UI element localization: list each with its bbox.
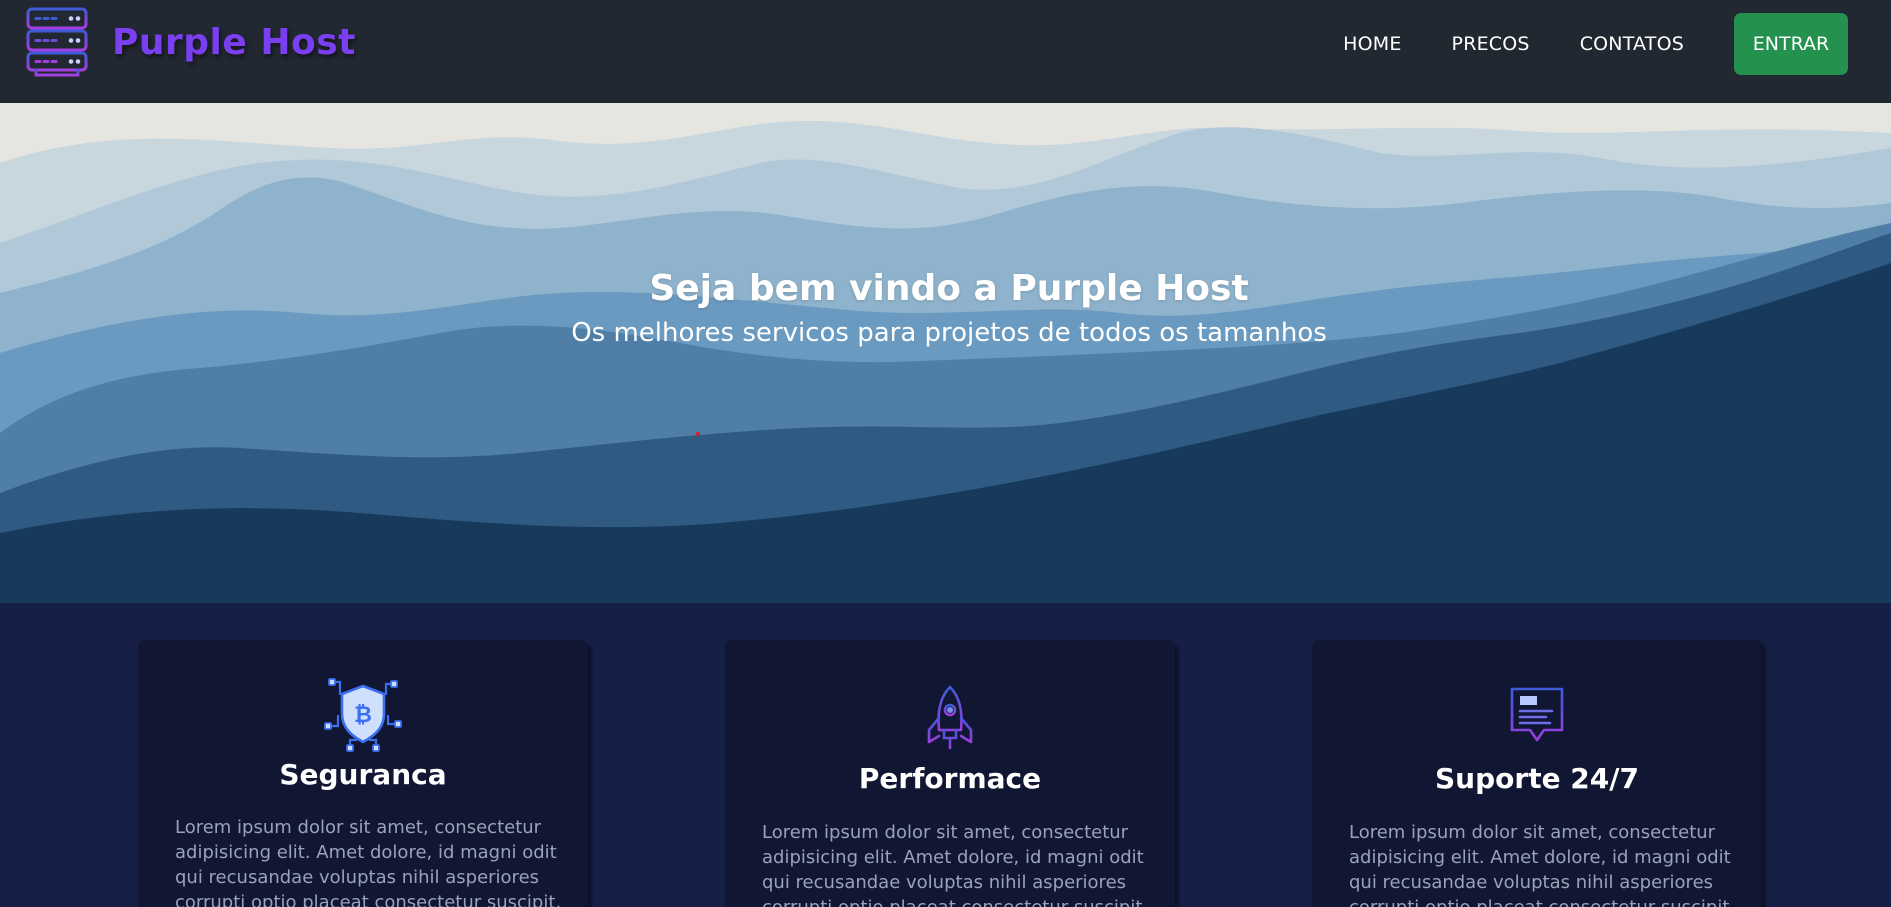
feature-description: Lorem ipsum dolor sit amet, consectetur … [175,817,562,907]
brand-name: Purple Host [112,21,356,63]
nav-menu: HOME PRECOS CONTATOS ENTRAR [1343,0,1891,88]
feature-title: Suporte 24/7 [1435,762,1639,795]
cursor-dot [696,432,700,436]
chat-support-icon [1510,687,1564,742]
hero-mountains-image [0,103,1891,603]
login-button[interactable]: ENTRAR [1734,13,1848,75]
feature-title: Performace [858,762,1042,795]
feature-title: Seguranca [279,758,447,791]
rocket-icon [927,685,973,750]
feature-description: Lorem ipsum dolor sit amet, consectetur … [1349,822,1735,907]
feature-card-security: ₿ Seguranca Lorem ipsum dolor sit amet, … [138,640,588,907]
feature-description: Lorem ipsum dolor sit amet, consectetur … [762,822,1148,907]
hero-subtitle: Os melhores servicos para projetos de to… [571,318,1327,348]
feature-card-performance: Performace Lorem ipsum dolor sit amet, c… [725,640,1175,907]
brand-link[interactable]: Purple Host [24,6,356,78]
nav-link-precos[interactable]: PRECOS [1452,33,1530,55]
hero-title: Seja bem vindo a Purple Host [649,268,1249,309]
nav-link-home[interactable]: HOME [1343,33,1401,55]
nav-link-contatos[interactable]: CONTATOS [1580,33,1684,55]
hero-section: Seja bem vindo a Purple Host Os melhores… [0,103,1891,603]
security-shield-bitcoin-icon: ₿ [324,678,402,752]
server-rack-icon [26,7,88,77]
feature-card-support: Suporte 24/7 Lorem ipsum dolor sit amet,… [1312,640,1762,907]
features-section: ₿ Seguranca Lorem ipsum dolor sit amet, … [0,603,1891,907]
navbar: Purple Host HOME PRECOS CONTATOS ENTRAR [0,0,1891,103]
svg-text:₿: ₿ [354,703,372,728]
